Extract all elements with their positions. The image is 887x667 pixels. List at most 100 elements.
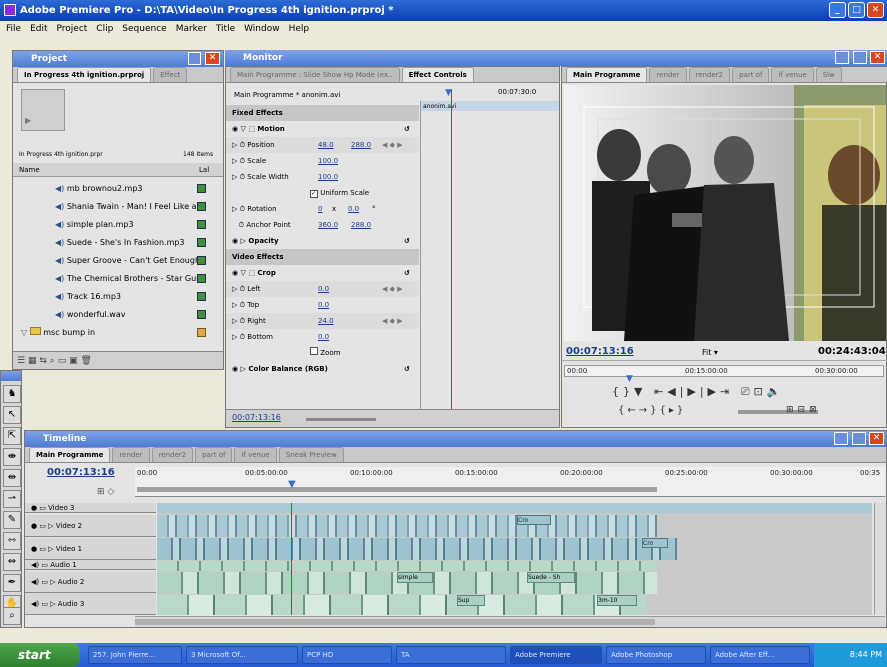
list-item[interactable]: ◀) Track 16.mp3 [27,288,225,306]
app-title-bar[interactable]: Adobe Premiere Pro - D:\TA\Video\In Prog… [0,0,887,21]
extract-icon[interactable]: ⊟ [798,405,810,415]
program-timecode[interactable]: 00:07:13:16 [566,346,634,357]
taskbar-item[interactable]: 3 Microsoft Of... [186,646,298,664]
new-item-icon[interactable]: ▣ [69,356,78,366]
mark-out-icon[interactable]: } [623,385,634,398]
tools-title[interactable] [1,371,21,381]
video2-clips[interactable] [157,515,657,537]
slip-tool-icon[interactable]: ⇿ [3,532,21,550]
anchor-row[interactable]: ⏱ Anchor Point 360.0 288.0 [226,217,419,233]
panel-minimize-icon[interactable] [834,432,848,445]
output-icon[interactable]: ⎚ [741,385,754,398]
color-balance-row[interactable]: ◉ ▷ Color Balance (RGB) ↺ [226,361,419,377]
crop-bottom-value[interactable]: 0.0 [318,329,329,345]
tab-if-venue[interactable]: if venue [234,447,277,462]
snap-icon[interactable]: ⊞ ◇ [97,487,114,497]
pen-tool-icon[interactable]: ✒ [3,574,21,592]
safe-margins-icon[interactable]: ⊡ [754,385,767,398]
work-area-bar[interactable] [137,487,657,492]
tab-main-programme[interactable]: Main Programme [566,67,648,82]
timeline-panel-title[interactable]: Timeline ✕ [25,431,886,447]
tab-main-programme[interactable]: Main Programme [29,447,111,462]
crop-top-value[interactable]: 0.0 [318,297,329,313]
track-header-audio2[interactable]: ◀) ▭ ▷ Audio 2 [25,571,156,593]
timeline-playhead-line[interactable] [291,503,292,615]
menu-file[interactable]: File [6,21,21,37]
play-icon[interactable]: ▶ [687,385,699,398]
menu-help[interactable]: Help [289,21,310,37]
step-forward-icon[interactable]: |▶ [700,385,720,398]
go-to-out-icon[interactable]: →} [639,405,660,416]
minimize-button[interactable]: _ [829,2,846,18]
list-item[interactable]: ◀) wonderful.wav [27,306,225,324]
menu-marker[interactable]: Marker [176,21,207,37]
column-label[interactable]: Lal [199,163,209,177]
reset-icon[interactable]: ↺ [404,121,410,137]
ec-playhead[interactable] [451,89,452,419]
panel-maximize-icon[interactable] [852,432,866,445]
column-name[interactable]: Name [19,163,40,177]
program-time-ruler[interactable]: 00:00 00:15:00:00 00:30:00:00 [564,365,884,377]
step-back-icon[interactable]: ◀| [667,385,687,398]
timeline-timecode[interactable]: 00:07:13:16 [47,467,115,478]
taskbar-item[interactable]: Adobe Photoshop [606,646,706,664]
tab-if-venue[interactable]: if venue [771,67,814,82]
ec-playhead-handle[interactable]: ▼ [445,88,452,98]
monitor-panel-title[interactable]: Monitor ✕ [225,50,887,66]
uniform-scale-checkbox[interactable]: ✓ [310,190,318,198]
selection-tool-icon[interactable]: ↖ [3,406,21,424]
track-header-audio1[interactable]: ◀) ▭ Audio 1 [25,560,156,570]
timeline-tracks-area[interactable]: Cro Cro simple Suede - Sh Sup 3m-10 [157,503,872,615]
ec-zoom-slider[interactable] [306,418,376,421]
timeline-horizontal-scrollbar[interactable] [135,616,885,627]
track-header-video1[interactable]: ● ▭ ▷ Video 1 [25,538,156,560]
video3-track[interactable] [157,503,872,513]
program-playhead-icon[interactable]: ▼ [626,374,633,384]
reset-icon[interactable]: ↺ [404,233,410,249]
list-item[interactable]: ◀) Super Groove - Can't Get Enough [27,252,225,270]
close-button[interactable]: ✕ [867,2,884,18]
taskbar-item[interactable]: Adobe Premiere [510,646,602,664]
ec-timecode[interactable]: 00:07:13:16 [232,413,281,422]
reset-icon[interactable]: ↺ [404,265,410,281]
panel-close-icon[interactable]: ✕ [870,51,885,64]
taskbar-item[interactable]: 257. John Pierre... [88,646,182,664]
anchor-y[interactable]: 288.0 [351,217,371,233]
program-video-frame[interactable] [564,85,886,341]
icon-view-icon[interactable]: ▦ [28,356,37,366]
premiere-tool-icon[interactable]: ♞ [3,385,21,403]
automate-icon[interactable]: ⇆ [39,356,47,366]
menu-title[interactable]: Title [216,21,235,37]
fit-dropdown[interactable]: Fit ▾ [702,348,718,357]
ripple-edit-tool-icon[interactable]: ⇼ [3,448,21,466]
panel-close-icon[interactable]: ✕ [205,52,220,65]
go-out-icon[interactable]: ⇥ [720,385,733,398]
audio1-clips[interactable] [157,561,657,571]
scale-row[interactable]: ▷ ⏱ Scale 100.0 [226,153,419,169]
panel-minimize-icon[interactable] [188,52,201,65]
menu-project[interactable]: Project [57,21,88,37]
scale-value[interactable]: 100.0 [318,153,338,169]
taskbar-item[interactable]: PCP HD [302,646,392,664]
folder-item[interactable]: ▽ msc bump in [21,324,219,342]
keyframe-nav-icon[interactable]: ◀ ◆ ▶ [382,281,403,297]
track-header-audio3[interactable]: ◀) ▭ ▷ Audio 3 [25,593,156,615]
rolling-edit-tool-icon[interactable]: ⇹ [3,469,21,487]
tab-project[interactable]: In Progress 4th ignition.prproj [17,67,152,82]
clip-audio2-suede[interactable]: Suede - Sh [527,572,575,583]
crop-row[interactable]: ◉ ▽ ⬚ Crop ↺ [226,265,419,281]
list-item[interactable]: ◀) Suede - She's In Fashion.mp3 [27,234,225,252]
project-panel-title[interactable]: Project ✕ [13,51,223,67]
clear-icon[interactable]: 🗑 [80,356,91,366]
play-thumbnail-icon[interactable]: ▶ [25,116,31,125]
menu-window[interactable]: Window [244,21,280,37]
slide-tool-icon[interactable]: ⇔ [3,553,21,571]
uniform-scale-row[interactable]: ✓ Uniform Scale [226,185,419,201]
clip-video2-a[interactable]: Cro [517,515,551,525]
tab-render[interactable]: render [112,447,150,462]
position-x[interactable]: 48.0 [318,137,334,153]
play-in-out-icon[interactable]: {▸} [660,405,687,416]
list-item[interactable]: ◀) The Chemical Brothers - Star Gui [27,270,225,288]
menu-clip[interactable]: Clip [96,21,113,37]
crop-left-value[interactable]: 0.0 [318,281,329,297]
